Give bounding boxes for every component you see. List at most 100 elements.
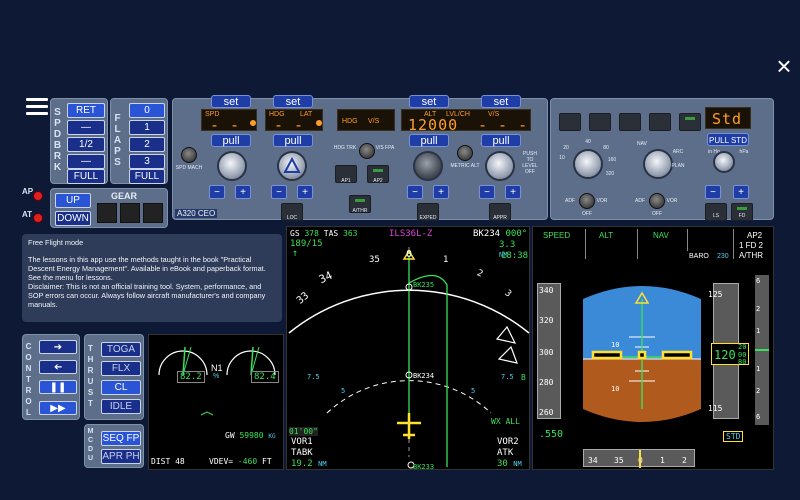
hdg-tape-1: 1 bbox=[660, 456, 665, 465]
fma-divider-3 bbox=[687, 229, 688, 251]
next-wpt-name: BK234 bbox=[473, 229, 501, 239]
wpt-bk235: BK235 bbox=[413, 281, 435, 289]
gw-unit: KG bbox=[268, 433, 276, 440]
tas-label: TAS bbox=[323, 229, 339, 238]
control-forward-button[interactable]: ➔ bbox=[39, 340, 77, 354]
loc-label: LOC bbox=[286, 215, 298, 221]
efis-vord-button[interactable] bbox=[619, 113, 641, 131]
vor1-ident: TABK bbox=[291, 448, 313, 458]
speedbrake-detent-1[interactable]: — bbox=[67, 120, 105, 135]
flaps-3-button[interactable]: 3 bbox=[129, 154, 165, 169]
speedbrake-ret-button[interactable]: RET bbox=[67, 103, 105, 118]
vor2-dist-unit: NM bbox=[513, 460, 522, 468]
speed-tape: 340 320 300 280 260 bbox=[537, 283, 561, 419]
speedbrake-detent-3[interactable]: — bbox=[67, 154, 105, 169]
speed-tick-280: 280 bbox=[539, 378, 554, 387]
range-20: 20 bbox=[563, 145, 569, 151]
control-pause-button[interactable]: ❚❚ bbox=[39, 380, 77, 394]
thrust-idle-button[interactable]: IDLE bbox=[101, 399, 141, 414]
control-back-button[interactable]: ➔ bbox=[39, 360, 77, 374]
flaps-full-button[interactable]: FULL bbox=[129, 169, 165, 184]
hdgvs-vs-label: V/S bbox=[368, 118, 380, 125]
mcdu-seq-fp-button[interactable]: SEQ FP bbox=[101, 431, 141, 446]
range-160: 160 bbox=[607, 157, 617, 163]
vs-knob[interactable] bbox=[485, 151, 515, 181]
gw-row: GW 59980 KG bbox=[225, 431, 276, 440]
vs-decrease-button[interactable]: − bbox=[479, 185, 495, 199]
efis-wpt-button[interactable] bbox=[589, 113, 611, 131]
metric-alt-button[interactable] bbox=[457, 145, 473, 161]
adf2-label: ADF bbox=[635, 198, 645, 204]
gear-light-nose bbox=[120, 203, 140, 223]
thrust-toga-button[interactable]: TOGA bbox=[101, 342, 141, 357]
hdg-decrease-button[interactable]: − bbox=[271, 185, 287, 199]
spd-increase-button[interactable]: + bbox=[235, 185, 251, 199]
alt-knob[interactable] bbox=[413, 151, 443, 181]
efis-arpt-button[interactable] bbox=[679, 113, 701, 131]
hdg-pull-button[interactable]: pull bbox=[273, 134, 313, 147]
efis-ndb-button[interactable] bbox=[649, 113, 671, 131]
range-320: 320 bbox=[605, 171, 615, 177]
ap-disconnect-light[interactable] bbox=[33, 191, 43, 201]
spd-knob[interactable] bbox=[217, 151, 247, 181]
baro-value: Std bbox=[712, 110, 743, 128]
range-ring-left: 7.5 bbox=[307, 373, 320, 381]
spd-set-button[interactable]: set bbox=[211, 95, 251, 108]
off1-label: OFF bbox=[582, 211, 592, 217]
at-disconnect-light[interactable] bbox=[33, 213, 43, 223]
menu-icon[interactable] bbox=[26, 98, 48, 116]
vdev-unit: FT bbox=[262, 457, 272, 466]
vs-increase-button[interactable]: + bbox=[505, 185, 521, 199]
mode-arc-label: ARC bbox=[672, 149, 684, 155]
speedbrake-half-button[interactable]: 1/2 bbox=[67, 137, 105, 152]
gs-label: GS bbox=[290, 229, 300, 238]
spd-pull-button[interactable]: pull bbox=[211, 134, 251, 147]
engine-display: 82.2 82.4 N1 % GW 59980 KG DIST 48 VDEV=… bbox=[148, 334, 284, 470]
hdg-set-button[interactable]: set bbox=[273, 95, 313, 108]
baro-decrease-button[interactable]: − bbox=[705, 185, 721, 199]
info-disclaimer: Disclaimer: This is not an official trai… bbox=[28, 282, 266, 309]
alt-set-button[interactable]: set bbox=[409, 95, 449, 108]
vor2-dist-value: 30 bbox=[497, 459, 508, 469]
baro-increase-button[interactable]: + bbox=[733, 185, 749, 199]
vs-pull-button[interactable]: pull bbox=[481, 134, 521, 147]
vor2-ident: ATK bbox=[497, 448, 514, 458]
alt-pull-button[interactable]: pull bbox=[409, 134, 449, 147]
thrust-flx-button[interactable]: FLX bbox=[101, 361, 141, 376]
alt-decrease-button[interactable]: − bbox=[407, 185, 423, 199]
fma-alt: ALT bbox=[599, 231, 614, 240]
speedbrake-full-button[interactable]: FULL bbox=[67, 169, 105, 184]
alt-tick-125: 125 bbox=[708, 290, 723, 299]
primary-flight-display: SPEED ALT NAV AP2 1 FD 2 A/THR BARO 230 … bbox=[532, 226, 774, 470]
hdgtrk-label: HDG TRK bbox=[333, 145, 357, 151]
flaps-1-button[interactable]: 1 bbox=[129, 120, 165, 135]
flaps-0-button[interactable]: 0 bbox=[129, 103, 165, 118]
flaps-2-button[interactable]: 2 bbox=[129, 137, 165, 152]
control-fast-forward-button[interactable]: ▶▶ bbox=[39, 401, 77, 415]
alt-increase-button[interactable]: + bbox=[433, 185, 449, 199]
vor1-distance: 19.2 NM bbox=[291, 459, 327, 469]
hdg-tick-1: 1 bbox=[443, 255, 449, 265]
efis-cstr-button[interactable] bbox=[559, 113, 581, 131]
gear-label: GEAR bbox=[111, 191, 138, 201]
vor1-label: VOR bbox=[596, 198, 608, 204]
speed-tick-340: 340 bbox=[539, 286, 554, 295]
n1-left-value: 82.2 bbox=[177, 371, 205, 383]
gear-up-button[interactable]: UP bbox=[55, 193, 91, 208]
hdg-knob[interactable] bbox=[277, 151, 307, 181]
pitch-label-up: 10 bbox=[611, 341, 620, 349]
baro-pull-std-button[interactable]: PULL STD bbox=[707, 133, 749, 146]
spd-mach-button[interactable] bbox=[181, 147, 197, 163]
spd-decrease-button[interactable]: − bbox=[209, 185, 225, 199]
gear-down-button[interactable]: DOWN bbox=[55, 211, 91, 226]
thrust-cl-button[interactable]: CL bbox=[101, 380, 141, 395]
vs-set-button[interactable]: set bbox=[481, 95, 521, 108]
hdg-increase-button[interactable]: + bbox=[297, 185, 313, 199]
vor1-dist-unit: NM bbox=[318, 460, 327, 468]
aircraft-model-label: A320 CEO bbox=[175, 209, 218, 218]
gear-light-left bbox=[97, 203, 117, 223]
close-button[interactable]: × bbox=[772, 53, 796, 79]
mcdu-apr-ph-button[interactable]: APR PH bbox=[101, 449, 141, 464]
baro-knob[interactable] bbox=[713, 151, 735, 173]
push-level-off-label: PUSH TO LEVEL OFF bbox=[522, 151, 538, 175]
